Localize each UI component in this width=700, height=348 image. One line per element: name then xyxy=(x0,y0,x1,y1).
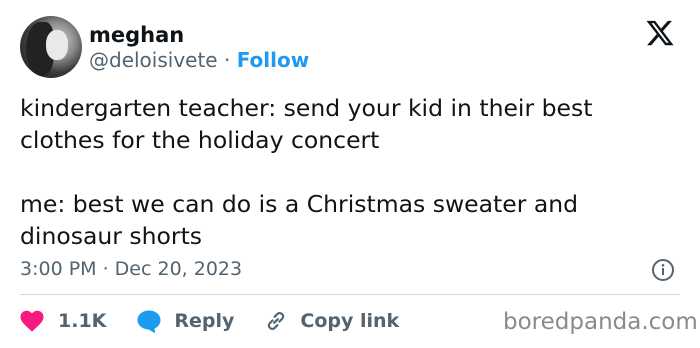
tweet-line: me: best we can do is a Christmas sweate… xyxy=(20,190,579,218)
tweet-text: kindergarten teacher: send your kid in t… xyxy=(20,92,680,252)
reply-button[interactable]: Reply xyxy=(136,309,234,333)
heart-icon xyxy=(20,310,44,332)
speech-bubble-icon xyxy=(137,310,161,333)
handle-separator: · xyxy=(223,48,231,72)
author-handle-line: @deloisivete · Follow xyxy=(89,48,309,72)
divider xyxy=(20,294,680,295)
info-icon[interactable] xyxy=(651,258,675,282)
reply-label: Reply xyxy=(174,310,235,332)
follow-button[interactable]: Follow xyxy=(237,48,310,72)
tweet-card: meghan @deloisivete · Follow kindergarte… xyxy=(0,0,700,348)
author-handle[interactable]: @deloisivete xyxy=(89,48,218,72)
copy-link-label: Copy link xyxy=(300,310,400,332)
like-count: 1.1K xyxy=(58,310,107,332)
action-bar: 1.1K Reply Copy link xyxy=(20,306,399,336)
avatar[interactable] xyxy=(20,16,82,78)
tweet-line: clothes for the holiday concert xyxy=(20,126,380,154)
link-icon xyxy=(268,312,285,330)
tweet-timestamp[interactable]: 3:00 PM · Dec 20, 2023 xyxy=(20,257,242,281)
tweet-line: dinosaur shorts xyxy=(20,222,203,250)
author-name[interactable]: meghan xyxy=(89,22,184,48)
x-logo-icon[interactable] xyxy=(645,18,675,48)
watermark-text: boredpanda.com xyxy=(503,309,698,335)
like-button[interactable]: 1.1K xyxy=(20,310,106,332)
tweet-line: kindergarten teacher: send your kid in t… xyxy=(20,94,593,122)
copy-link-button[interactable]: Copy link xyxy=(264,309,399,333)
avatar-face xyxy=(46,30,68,60)
